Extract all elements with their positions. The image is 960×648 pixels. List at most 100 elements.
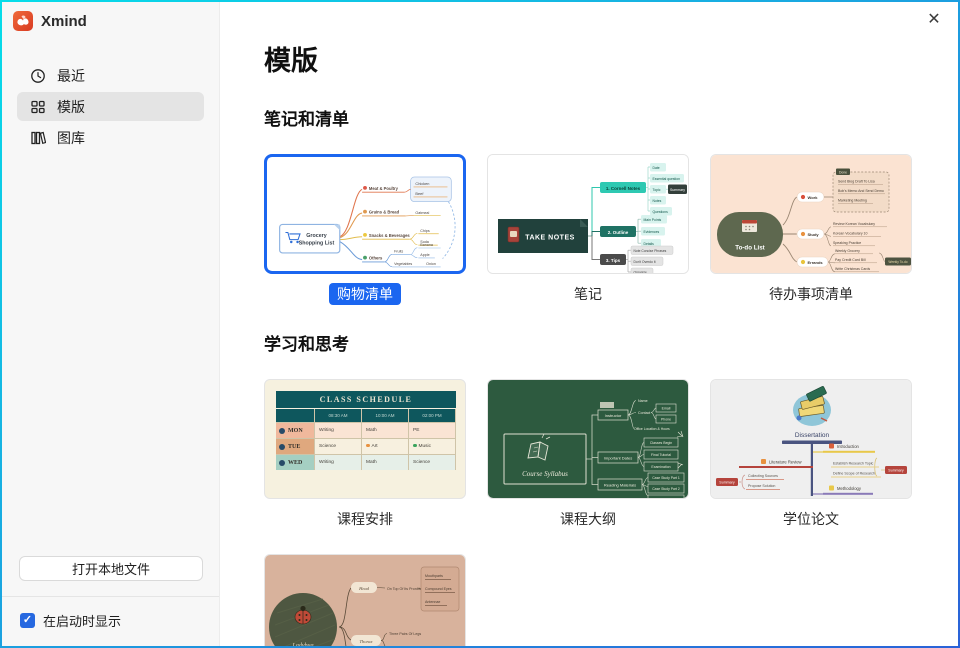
svg-text:Literature Review: Literature Review <box>769 460 803 465</box>
app-name: Xmind <box>41 13 87 30</box>
day-icon <box>279 460 285 466</box>
close-icon[interactable]: ✕ <box>923 9 945 31</box>
course-syllabus-thumbnail[interactable]: Course Syllabus Instructor Name Contact … <box>487 379 689 499</box>
cards-row-1: Grocery Shopping List Meat & Poultry Chi… <box>264 154 958 305</box>
templates-grid-icon <box>30 99 46 115</box>
svg-text:Head: Head <box>358 586 369 591</box>
svg-text:Define Scope of Research: Define Scope of Research <box>833 472 875 476</box>
svg-text:Grocery: Grocery <box>306 233 326 239</box>
svg-text:Propose Solution: Propose Solution <box>748 484 775 488</box>
template-label[interactable]: 课程大纲 <box>560 511 616 527</box>
schedule-cell: Writing <box>315 455 361 470</box>
svg-text:Korean Vocabulary 10: Korean Vocabulary 10 <box>833 232 867 236</box>
app-logo-row: Xmind <box>2 2 219 47</box>
svg-text:Examination: Examination <box>651 465 670 469</box>
calendar-icon <box>742 220 757 232</box>
notebook-icon <box>508 227 519 242</box>
notes-thumbnail[interactable]: TAKE NOTES 1. Cornell Notes Date Essenti… <box>487 154 689 274</box>
svg-text:Oatmeal: Oatmeal <box>415 211 429 215</box>
sidebar: Xmind 最近 模版 图库 打开本地 <box>2 2 220 646</box>
svg-text:Bob's Memo And Send Demo: Bob's Memo And Send Demo <box>838 189 884 193</box>
svg-text:Fruits: Fruits <box>394 250 403 254</box>
sidebar-nav: 最近 模版 图库 <box>2 47 219 152</box>
svg-text:Weekly Grocery: Weekly Grocery <box>835 249 860 253</box>
template-card-dissertation[interactable]: Dissertation Literature Review Collectin… <box>710 379 912 530</box>
svg-text:Reading Materials: Reading Materials <box>604 483 636 488</box>
sidebar-item-label: 模版 <box>57 97 85 117</box>
svg-text:Instructor: Instructor <box>605 413 622 418</box>
svg-text:Work: Work <box>808 195 819 200</box>
svg-text:Chips: Chips <box>420 229 430 233</box>
svg-text:Dissertation: Dissertation <box>795 432 830 439</box>
svg-text:Main Points: Main Points <box>644 218 662 222</box>
dissertation-thumbnail[interactable]: Dissertation Literature Review Collectin… <box>710 379 912 499</box>
template-label-selected[interactable]: 购物清单 <box>329 283 401 305</box>
svg-text:Shopping List: Shopping List <box>299 240 335 246</box>
schedule-title: CLASS SCHEDULE <box>276 391 456 408</box>
svg-text:Essential question: Essential question <box>653 177 681 181</box>
template-label[interactable]: 学位论文 <box>783 511 839 527</box>
xmind-logo-icon <box>13 11 33 31</box>
schedule-day: WED <box>288 460 302 466</box>
class-schedule-thumbnail[interactable]: CLASS SCHEDULE 08:30 AM 10:00 AM 02:00 P… <box>264 379 466 499</box>
xmind-launcher-window: Xmind 最近 模版 图库 打开本地 <box>2 2 958 646</box>
day-icon <box>279 428 285 434</box>
svg-text:Classes Begin: Classes Begin <box>650 441 672 445</box>
svg-text:Snacks & Beverages: Snacks & Beverages <box>369 233 411 238</box>
template-card-shopping-list[interactable]: Grocery Shopping List Meat & Poultry Chi… <box>264 154 466 305</box>
template-card-notes[interactable]: TAKE NOTES 1. Cornell Notes Date Essenti… <box>487 154 689 305</box>
svg-text:Case Study Part 1: Case Study Part 1 <box>652 476 680 480</box>
shopping-list-thumbnail[interactable]: Grocery Shopping List Meat & Poultry Chi… <box>264 154 466 274</box>
art-dot-icon <box>366 444 370 448</box>
svg-text:Course Syllabus: Course Syllabus <box>522 470 568 478</box>
svg-text:Name: Name <box>638 399 648 403</box>
show-on-startup-label: 在启动时显示 <box>43 611 121 630</box>
svg-text:Write Christmas Cards: Write Christmas Cards <box>835 267 870 271</box>
todo-list-thumbnail[interactable]: To-do List Work Done Send Blog Draft To … <box>710 154 912 274</box>
sidebar-item-templates[interactable]: 模版 <box>17 92 204 121</box>
svg-text:Evidences: Evidences <box>644 230 660 234</box>
schedule-day: MON <box>288 428 303 434</box>
library-books-icon <box>30 130 46 146</box>
svg-text:Organize: Organize <box>634 271 648 274</box>
svg-text:Onion: Onion <box>426 262 436 266</box>
svg-text:Introduction: Introduction <box>837 444 860 449</box>
open-local-file-button[interactable]: 打开本地文件 <box>19 556 203 581</box>
svg-text:Chicken: Chicken <box>415 182 429 186</box>
schedule-cell: Math <box>362 423 408 438</box>
svg-text:Email: Email <box>662 407 671 411</box>
show-on-startup-checkbox[interactable]: ✓ <box>20 613 35 628</box>
svg-text:Date: Date <box>653 166 660 170</box>
sidebar-item-recent[interactable]: 最近 <box>17 61 204 90</box>
svg-text:Details: Details <box>644 242 655 246</box>
schedule-cell: Writing <box>315 423 361 438</box>
svg-text:Collecting Sources: Collecting Sources <box>748 474 778 478</box>
svg-text:Meat & Poultry: Meat & Poultry <box>369 186 399 191</box>
svg-text:Don't Overdo It: Don't Overdo It <box>634 260 656 264</box>
svg-text:2. Outline: 2. Outline <box>608 230 629 235</box>
sidebar-bottom: 打开本地文件 ✓ 在启动时显示 <box>2 556 219 646</box>
svg-text:Methodology: Methodology <box>837 486 862 491</box>
template-card-ladybug[interactable]: Ladybug Head On Top Of Its Pronotum Mout… <box>264 554 466 646</box>
svg-text:Summary: Summary <box>719 481 735 485</box>
svg-text:Others: Others <box>369 256 383 261</box>
svg-text:Final Tutorial: Final Tutorial <box>651 453 671 457</box>
template-label[interactable]: 笔记 <box>574 286 602 302</box>
template-label[interactable]: 课程安排 <box>337 511 393 527</box>
svg-text:Topic: Topic <box>653 188 661 192</box>
template-card-todo-list[interactable]: To-do List Work Done Send Blog Draft To … <box>710 154 912 305</box>
svg-text:Apple: Apple <box>420 253 429 257</box>
svg-text:Weekly To-do: Weekly To-do <box>888 260 907 264</box>
sidebar-item-gallery[interactable]: 图库 <box>17 123 204 152</box>
svg-text:Case Study Part 2: Case Study Part 2 <box>652 487 680 491</box>
ladybug-thumbnail[interactable]: Ladybug Head On Top Of Its Pronotum Mout… <box>264 554 466 646</box>
template-label[interactable]: 待办事项清单 <box>769 286 853 302</box>
svg-text:Errands: Errands <box>808 260 824 265</box>
svg-text:Three Pairs Of Legs: Three Pairs Of Legs <box>389 632 421 636</box>
cards-row-2: CLASS SCHEDULE 08:30 AM 10:00 AM 02:00 P… <box>264 379 958 530</box>
svg-text:Review Korean Vocabulary: Review Korean Vocabulary <box>833 222 875 226</box>
template-card-course-syllabus[interactable]: Course Syllabus Instructor Name Contact … <box>487 379 689 530</box>
schedule-day: TUE <box>288 444 300 450</box>
schedule-cell: Art <box>362 439 408 454</box>
template-card-class-schedule[interactable]: CLASS SCHEDULE 08:30 AM 10:00 AM 02:00 P… <box>264 379 466 530</box>
